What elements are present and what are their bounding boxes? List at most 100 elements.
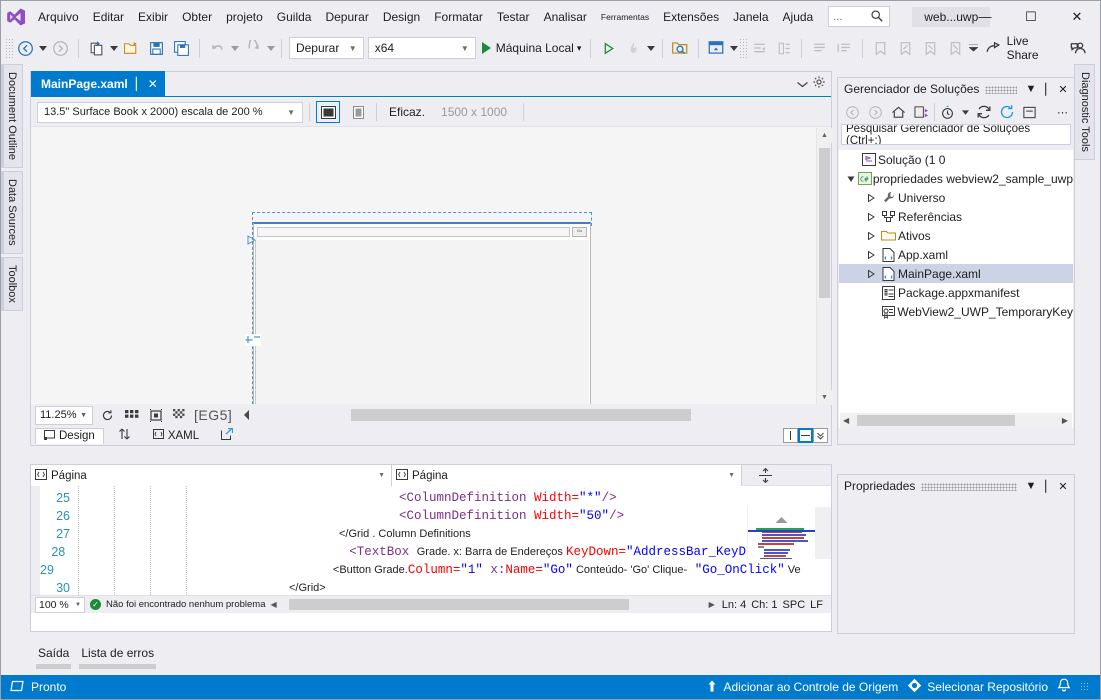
redo-icon[interactable] [242, 36, 265, 60]
expander-collapsed-icon[interactable] [863, 193, 879, 202]
add-to-source-control-button[interactable]: Adicionar ao Controle de Origem [705, 679, 898, 696]
scroll-left-icon[interactable]: ◀ [271, 600, 277, 609]
scroll-up-icon[interactable]: ▲ [817, 128, 832, 143]
orientation-landscape-button[interactable] [316, 101, 340, 123]
pin-icon[interactable]: ⎢ [135, 77, 141, 91]
pop-out-button[interactable] [213, 427, 241, 444]
pending-changes-icon[interactable] [937, 102, 958, 123]
undo-icon[interactable] [206, 36, 229, 60]
platform-dropdown[interactable]: x64 ▼ [367, 37, 476, 59]
split-editor-icon[interactable] [742, 465, 788, 485]
menu-item-obter[interactable]: Obter [175, 6, 219, 28]
next-bookmark-icon[interactable] [919, 36, 942, 60]
device-dropdown[interactable]: 13.5" Surface Book x 2000) escala de 200… [37, 101, 303, 123]
preview-address-textbox[interactable] [257, 226, 570, 237]
orientation-portrait-button[interactable] [346, 101, 370, 123]
tree-node-project[interactable]: C# propriedades webview2_sample_uwp [839, 169, 1073, 188]
new-item-dropdown-icon[interactable] [109, 36, 119, 60]
expander-expanded-icon[interactable] [845, 175, 858, 183]
horizontal-split-button[interactable] [798, 428, 813, 443]
grid-resize-handle[interactable] [245, 334, 261, 346]
tab-lista-de-erros[interactable]: Lista de erros [79, 646, 156, 660]
hot-reload-icon[interactable] [622, 36, 645, 60]
navigation-dropdown-left[interactable]: Página ▼ [31, 465, 392, 486]
solution-search-input[interactable]: Pesquisar Gerenciador de Soluções (Ctrl+… [841, 124, 1071, 145]
menu-item-janela[interactable]: Janela [726, 6, 775, 28]
menu-item-guilda[interactable]: Guilda [270, 6, 319, 28]
sidebar-tab-toolbox[interactable]: Toolbox [1, 256, 23, 311]
app-preview-window[interactable]: Go mainpage.xaml [253, 222, 591, 405]
refresh-icon[interactable] [98, 406, 117, 425]
document-tab-mainpage-xaml[interactable]: MainPage.xaml ⎢ ✕ [31, 71, 165, 96]
minimap-scroll-up-icon[interactable] [748, 513, 815, 527]
tree-node-universo[interactable]: Universo [839, 188, 1073, 207]
tab-xaml[interactable]: XAML [145, 428, 207, 443]
tree-node-solution[interactable]: Solução (1 0 [839, 150, 1073, 169]
preview-go-button[interactable]: Go [572, 226, 587, 237]
code-text-area[interactable]: 25 <ColumnDefinition Width="*"/> 26 <Column… [31, 486, 831, 595]
forward-arrow-icon[interactable] [49, 36, 72, 60]
menu-item-extensoes[interactable]: Extensões [656, 6, 726, 28]
menu-item-editar[interactable]: Editar [86, 6, 131, 28]
prev-bookmark-icon[interactable] [894, 36, 917, 60]
menu-item-testar[interactable]: Testar [490, 6, 537, 28]
toggle-bookmark-icon[interactable] [869, 36, 892, 60]
gear-icon[interactable] [812, 75, 826, 92]
zoom-level-dropdown[interactable]: 11.25% ▼ [35, 405, 93, 425]
scroll-thumb[interactable] [857, 415, 1015, 426]
grid-row-marker-icon[interactable] [247, 234, 257, 248]
bell-icon[interactable] [1057, 678, 1071, 696]
live-share-button[interactable]: Live Share [979, 34, 1067, 62]
comment-icon[interactable] [808, 36, 831, 60]
scroll-right-icon[interactable]: ▶ [709, 600, 715, 609]
window-layout-dropdown-icon[interactable] [729, 36, 739, 60]
chevron-down-icon[interactable] [960, 100, 971, 124]
artboard-icon[interactable] [170, 406, 189, 425]
start-debugging-button[interactable]: Máquina Local ▾ [478, 36, 586, 60]
designer-canvas[interactable]: Go mainpage.xaml [31, 128, 815, 405]
minimize-button[interactable]: — [962, 1, 1008, 32]
forward-arrow-icon[interactable] [865, 102, 886, 123]
toolbar-grip-2[interactable] [738, 38, 747, 58]
scroll-thumb[interactable] [288, 599, 629, 610]
tree-node-temporary-key[interactable]: WebView2_UWP_TemporaryKey [839, 302, 1073, 321]
editor-zoom-dropdown[interactable]: 100 % ▼ [35, 596, 85, 613]
increase-indent-icon[interactable] [773, 36, 796, 60]
tab-saida[interactable]: Saída [36, 646, 71, 660]
collapse-pane-button[interactable] [813, 428, 828, 443]
tree-node-referencias[interactable]: Referências [839, 207, 1073, 226]
menu-item-design[interactable]: Design [376, 6, 427, 28]
menu-item-formatar[interactable]: Formatar [427, 6, 490, 28]
code-line[interactable]: 28 <TextBox Grade. x: Barra de Endereços … [40, 543, 746, 561]
quick-search-input[interactable]: ... [828, 6, 891, 27]
scroll-thumb[interactable] [819, 148, 830, 298]
close-icon[interactable]: ✕ [148, 77, 158, 91]
code-line[interactable]: 30 </Grid> [40, 579, 746, 595]
window-layout-icon[interactable] [705, 36, 728, 60]
tab-design[interactable]: Design [35, 427, 104, 444]
chevron-left-icon[interactable] [237, 406, 256, 425]
scroll-thumb[interactable] [351, 409, 692, 421]
resize-grip[interactable] [1080, 682, 1090, 692]
toolbar-grip[interactable] [5, 38, 13, 58]
overflow-icon[interactable]: ⋯ [1057, 106, 1070, 119]
tree-node-ativos[interactable]: Ativos [839, 226, 1073, 245]
expander-collapsed-icon[interactable] [863, 231, 879, 240]
home-icon[interactable] [888, 102, 909, 123]
expander-collapsed-icon[interactable] [863, 269, 879, 278]
design-surface-preview[interactable]: Go mainpage.xaml [243, 212, 592, 405]
editor-vertical-scrollbar[interactable] [815, 507, 831, 559]
menu-item-exibir[interactable]: Exibir [131, 6, 175, 28]
navigation-dropdown-right[interactable]: Página ▼ [392, 465, 742, 486]
sync-icon[interactable] [996, 102, 1017, 123]
swap-panes-button[interactable] [110, 427, 139, 444]
menu-item-ferramentas[interactable]: Ferramentas [594, 6, 656, 28]
sidebar-tab-data-sources[interactable]: Data Sources [1, 171, 23, 254]
refresh-icon[interactable] [973, 102, 994, 123]
close-button[interactable]: ✕ [1054, 1, 1100, 32]
chevron-down-icon[interactable]: ▼ [1023, 477, 1039, 495]
menu-item-projeto[interactable]: projeto [219, 6, 270, 28]
sidebar-tab-diagnostic-tools[interactable]: Diagnostic Tools [1074, 64, 1095, 160]
code-line[interactable]: 27 </Grid . Column Definitions [40, 525, 746, 543]
save-icon[interactable] [145, 36, 168, 60]
